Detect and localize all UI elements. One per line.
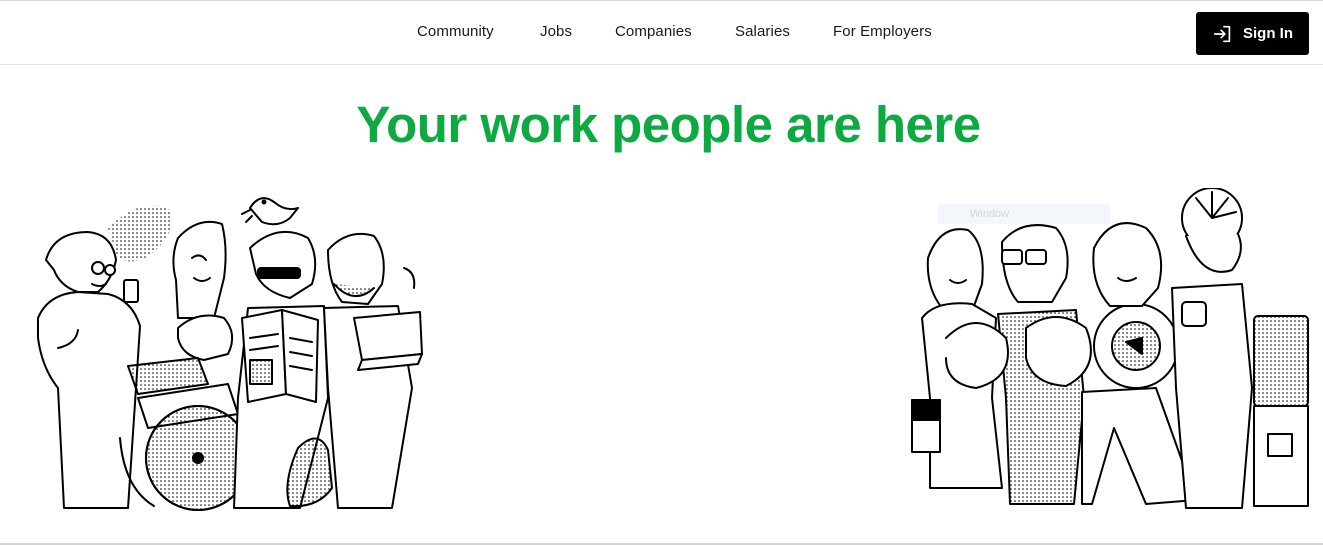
- nav-companies-link[interactable]: Companies: [615, 23, 692, 40]
- sign-in-arrow-icon: [1213, 25, 1231, 42]
- nav-community-link[interactable]: Community: [417, 23, 494, 40]
- nav-jobs-link[interactable]: Jobs: [540, 23, 572, 40]
- people-group-illustration-left: [37, 197, 423, 511]
- people-group-illustration-right: [911, 188, 1309, 509]
- hero-title: Your work people are here: [356, 96, 981, 153]
- top-navigation-bar: Community Jobs Companies Salaries For Em…: [0, 0, 1323, 65]
- main-nav: Community Jobs Companies Salaries For Em…: [0, 1, 1323, 65]
- sign-in-button[interactable]: Sign In: [1196, 12, 1309, 55]
- sign-in-label: Sign In: [1243, 25, 1293, 42]
- nav-for-employers-link[interactable]: For Employers: [833, 23, 932, 40]
- activation-watermark: Window: [938, 204, 1110, 224]
- nav-salaries-link[interactable]: Salaries: [735, 23, 790, 40]
